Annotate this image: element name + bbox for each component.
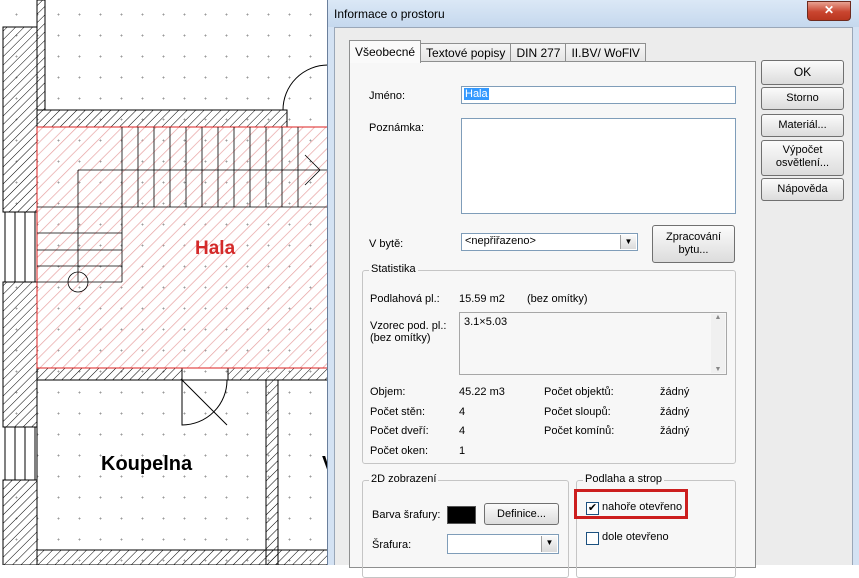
material-button[interactable]: Materiál... (761, 114, 844, 137)
cancel-button[interactable]: Storno (761, 87, 844, 110)
tab-wofiv[interactable]: II.BV/ WoFlV (565, 43, 646, 63)
display-2d-title: 2D zobrazení (369, 473, 439, 485)
general-panel: Jméno: Hala Poznámka: V bytě: <nepřiřaze… (349, 61, 756, 578)
columns-label: Počet sloupů: (544, 406, 611, 418)
objects-label: Počet objektů: (544, 386, 614, 398)
floor-area-value: 15.59 m2 (459, 293, 505, 305)
room-label-hall: Hala (195, 238, 236, 259)
in-apartment-combo[interactable]: <nepřiřazeno> ▼ (461, 233, 638, 251)
note-label: Poznámka: (369, 122, 425, 134)
windows-value: 1 (459, 445, 466, 457)
chevron-down-icon[interactable]: ▼ (620, 235, 636, 249)
hatch-color-label: Barva šrafury: (372, 509, 441, 521)
name-field[interactable]: Hala (461, 86, 736, 104)
floor-ceiling-title: Podlaha a strop (583, 473, 665, 485)
bottom-open-label[interactable]: dole otevřeno (602, 531, 669, 543)
hatch-combo[interactable]: ▼ (447, 534, 559, 554)
room-label-bathroom: Koupelna (101, 453, 193, 475)
cancel-label: Storno (786, 92, 819, 104)
objects-value: žádný (660, 386, 690, 398)
doors-label: Počet dveří: (370, 425, 429, 437)
bottom-open-checkbox[interactable] (586, 532, 599, 545)
floor-plan (2, 0, 330, 565)
help-label: Nápověda (777, 183, 828, 195)
walls-label: Počet stěn: (370, 406, 426, 418)
tab-strip: Všeobecné Textové popisy DIN 277 II.BV/ … (349, 40, 646, 63)
statistics-group: Statistika Podlahová pl.: 15.59 m2 (bez … (362, 263, 736, 464)
tab-din277[interactable]: DIN 277 (510, 43, 567, 63)
formula-label-sub: (bez omítky) (370, 332, 431, 344)
highlight-frame (574, 489, 688, 519)
cad-canvas[interactable]: Hala Koupelna V (0, 0, 330, 565)
lighting-label-1: Výpočet (782, 144, 823, 156)
scroll-down-icon[interactable]: ▼ (711, 366, 725, 373)
room-info-dialog: Informace o prostoru ✕ Všeobecné Textové… (327, 0, 859, 578)
hatch-color-swatch[interactable] (447, 506, 476, 524)
statistics-title: Statistika (369, 263, 418, 275)
definition-label: Definice... (497, 508, 546, 520)
close-icon: ✕ (823, 3, 835, 17)
walls-value: 4 (459, 406, 466, 418)
in-apartment-label: V bytě: (369, 238, 404, 250)
display-2d-group: 2D zobrazení Barva šrafury: Definice... … (362, 473, 569, 578)
formula-scrollbar[interactable]: ▲ ▼ (711, 314, 725, 373)
ok-button[interactable]: OK (761, 60, 844, 85)
floor-area-note: (bez omítky) (527, 293, 588, 305)
volume-label: Objem: (370, 386, 406, 398)
process-apartment-label: Zpracování bytu... (665, 231, 722, 256)
chimneys-value: žádný (660, 425, 690, 437)
tab-text-labels[interactable]: Textové popisy (420, 43, 512, 63)
floor-area-label: Podlahová pl.: (370, 293, 440, 305)
process-apartment-button[interactable]: Zpracování bytu... (652, 225, 735, 263)
hatch-label: Šrafura: (372, 539, 412, 551)
material-label: Materiál... (778, 119, 827, 131)
formula-label: Vzorec pod. pl.: (370, 320, 447, 332)
formula-value: 3.1×5.03 (464, 316, 508, 328)
definition-button[interactable]: Definice... (484, 503, 559, 525)
ok-label: OK (793, 65, 812, 79)
doors-value: 4 (459, 425, 466, 437)
volume-value: 45.22 m3 (459, 386, 505, 398)
scroll-up-icon[interactable]: ▲ (711, 314, 725, 321)
name-label: Jméno: (369, 90, 406, 102)
windows-label: Počet oken: (370, 445, 429, 457)
lighting-calc-button[interactable]: Výpočet osvětlení... (761, 140, 844, 176)
dialog-title: Informace o prostoru (334, 7, 445, 21)
chimneys-label: Počet komínů: (544, 425, 615, 437)
help-button[interactable]: Nápověda (761, 178, 844, 201)
columns-value: žádný (660, 406, 690, 418)
lighting-label-2: osvětlení... (775, 157, 830, 169)
dialog-client: Všeobecné Textové popisy DIN 277 II.BV/ … (334, 27, 853, 578)
tab-general[interactable]: Všeobecné (349, 40, 422, 63)
note-field[interactable] (461, 118, 736, 214)
formula-field[interactable]: 3.1×5.03 ▲ ▼ (459, 312, 727, 375)
chevron-down-icon[interactable]: ▼ (541, 536, 557, 552)
in-apartment-value: <nepřiřazeno> (465, 235, 536, 247)
close-button[interactable]: ✕ (807, 1, 851, 21)
dialog-titlebar[interactable]: Informace o prostoru ✕ (328, 0, 859, 27)
name-value: Hala (464, 88, 489, 100)
